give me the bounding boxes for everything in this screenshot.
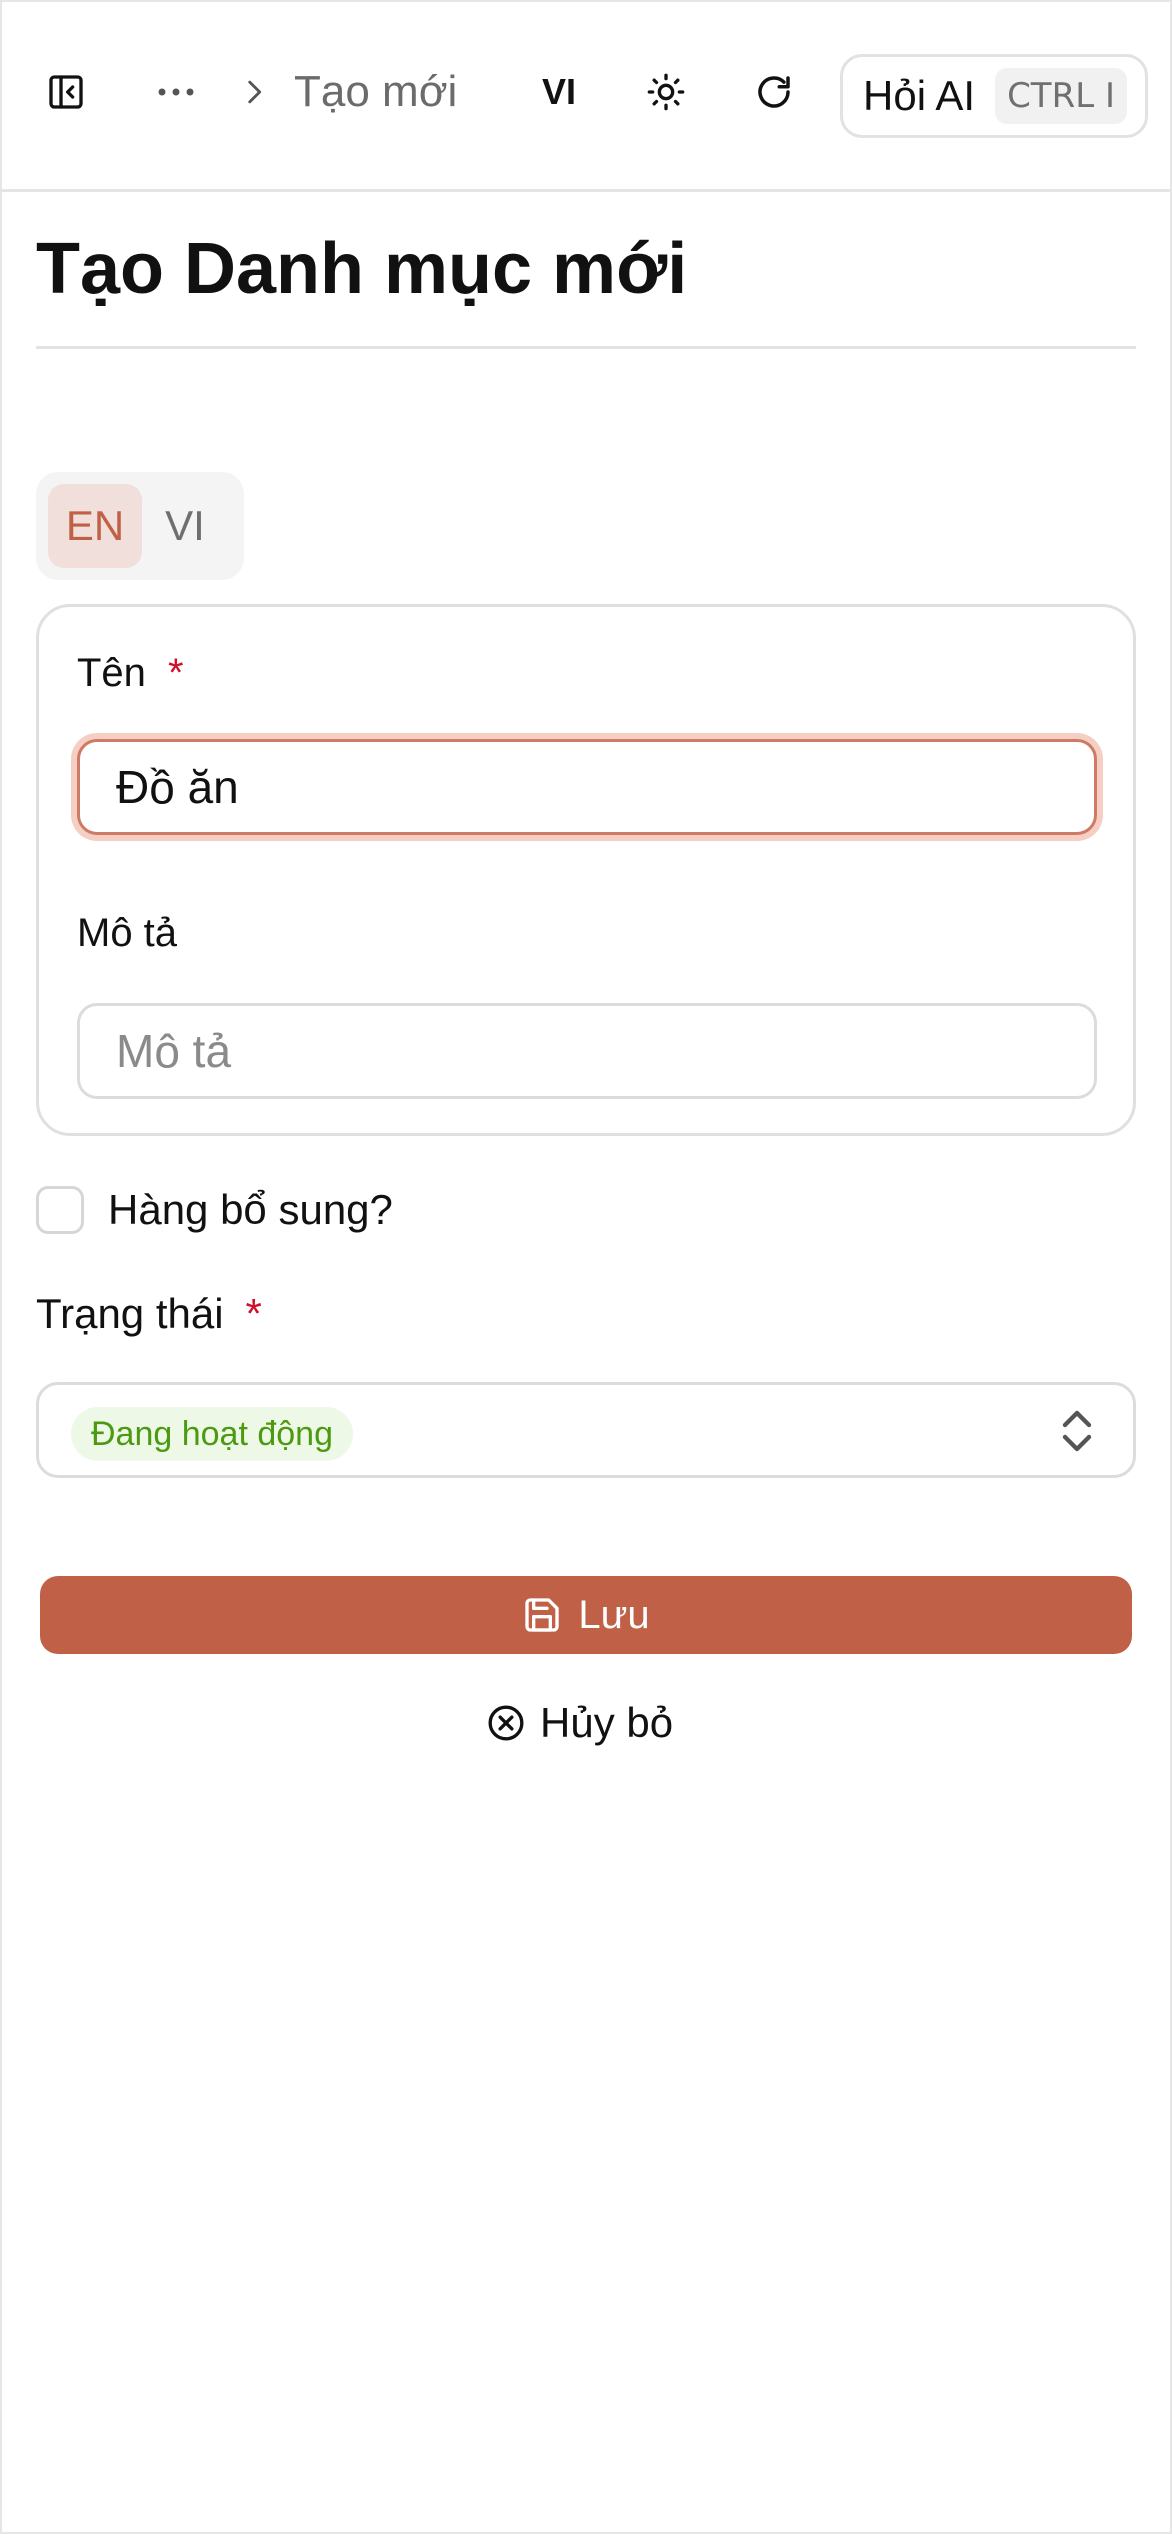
name-input[interactable] <box>77 739 1097 835</box>
top-bar: Tạo mới VI Hỏi AI CTRL I <box>0 0 1172 192</box>
translatable-fields-card: Tên * Mô tả <box>36 604 1136 1136</box>
circle-x-icon <box>486 1703 526 1743</box>
ask-ai-shortcut: CTRL I <box>995 68 1127 124</box>
status-field-label: Trạng thái * <box>36 1290 262 1338</box>
status-label-text: Trạng thái <box>36 1290 224 1337</box>
supplementary-label: Hàng bổ sung? <box>108 1186 393 1233</box>
ellipsis-icon <box>158 88 194 96</box>
tab-en[interactable]: EN <box>48 484 142 568</box>
refresh-button[interactable] <box>744 62 804 122</box>
title-divider <box>36 346 1136 349</box>
name-label-text: Tên <box>77 651 146 695</box>
refresh-icon <box>758 76 790 108</box>
app-frame <box>0 0 1172 2534</box>
language-switch-button[interactable]: VI <box>526 62 592 122</box>
chevron-up-down-icon <box>1062 1410 1092 1452</box>
cancel-button[interactable]: Hủy bỏ <box>486 1690 673 1756</box>
cancel-button-label: Hủy bỏ <box>540 1699 674 1746</box>
page-title: Tạo Danh mục mới <box>36 229 688 309</box>
sun-icon <box>647 73 685 111</box>
description-field-label: Mô tả <box>77 911 178 955</box>
breadcrumb-separator <box>228 66 280 118</box>
save-button[interactable]: Lưu <box>40 1576 1132 1654</box>
required-mark: * <box>245 1290 262 1337</box>
breadcrumb-more-button[interactable] <box>146 62 206 122</box>
breadcrumb-current: Tạo mới <box>294 67 458 116</box>
status-select[interactable]: Đang hoạt động <box>36 1382 1136 1478</box>
tab-vi[interactable]: VI <box>138 484 232 568</box>
ask-ai-button[interactable]: Hỏi AI CTRL I <box>840 54 1148 138</box>
save-button-label: Lưu <box>578 1592 650 1637</box>
panel-left-close-icon <box>49 75 83 109</box>
ask-ai-label: Hỏi AI <box>863 72 976 119</box>
content-language-tabs: EN VI <box>36 472 244 580</box>
sidebar-toggle-button[interactable] <box>36 62 96 122</box>
chevron-right-icon <box>248 80 262 104</box>
supplementary-checkbox[interactable] <box>36 1186 84 1234</box>
floppy-disk-icon <box>522 1595 562 1635</box>
theme-toggle-button[interactable] <box>636 62 696 122</box>
status-badge: Đang hoạt động <box>71 1407 353 1461</box>
required-mark: * <box>167 651 184 695</box>
description-input[interactable] <box>77 1003 1097 1099</box>
name-field-label: Tên * <box>77 651 184 696</box>
